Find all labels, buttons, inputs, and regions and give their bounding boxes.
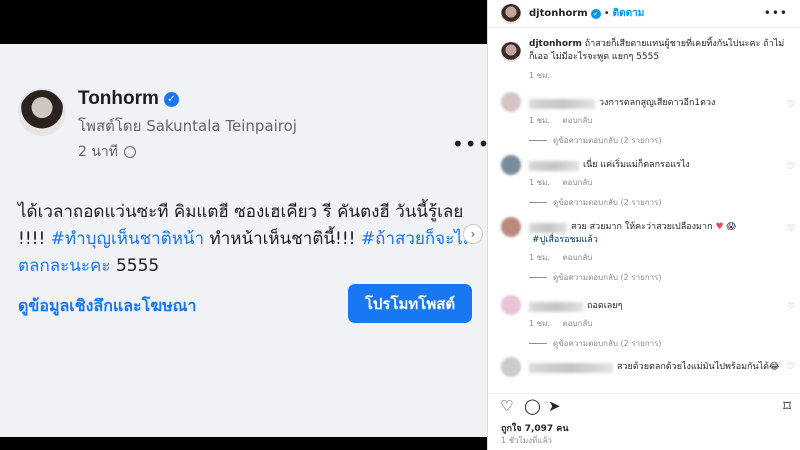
comment-avatar[interactable]	[501, 155, 521, 175]
comment-avatar[interactable]	[501, 92, 521, 112]
fb-post-time: 2 นาที	[78, 141, 297, 163]
comment-text: ถอดเลยๆ	[587, 301, 623, 311]
comment-text: สวยด้วยตลกด้วยไงแม่มันไปพร้อมกันได้😂	[617, 362, 780, 372]
caption-text: djtonhorm ถ้าสวยก็เสียดายแทนผู้ชายที่เคย…	[529, 38, 790, 64]
comment-item: สวย สวยมาก ให้คะว่าสวยเปลืองมาก ♥ 😱 #ปูเ…	[488, 212, 800, 290]
view-replies-button[interactable]: ดูข้อความตอบกลับ (2 รายการ)	[529, 134, 800, 147]
view-replies-button[interactable]: ดูข้อความตอบกลับ (2 รายการ)	[529, 271, 800, 284]
comment-item: เนี่ย แค่เริ่มแม่ก็ตลกรอแรไง 1 ชม. ตอบกล…	[488, 150, 800, 212]
comment-hashtag[interactable]: #ปูเสื่อรอชมแล้ว	[532, 234, 598, 247]
comment-meta: 1 ชม. ตอบกลับ	[529, 176, 800, 189]
comment-text: สวย สวยมาก ให้คะว่าสวยเปลืองมาก	[571, 222, 713, 232]
fb-author-name: Tonhorm	[78, 88, 159, 109]
follow-button[interactable]: ติดตาม	[613, 6, 645, 21]
more-options-icon[interactable]: •••	[764, 6, 788, 20]
verified-icon: ✓	[163, 91, 179, 107]
comment-time: 1 ชม.	[529, 253, 550, 262]
comment-avatar[interactable]	[501, 295, 521, 315]
share-icon[interactable]: ➤	[548, 398, 561, 414]
comment-like-icon[interactable]: ♡	[787, 100, 795, 110]
post-header: djtonhorm ✓ • ติดตาม •••	[488, 0, 800, 28]
avatar[interactable]	[501, 3, 521, 24]
scream-emoji-icon: 😱	[726, 222, 736, 232]
comment-like-icon[interactable]: ♡	[787, 162, 795, 172]
post-actions: ♡ ◯ ➤ ⌑ ถูกใจ 7,097 คน 1 ชั่วโมงที่แล้ว	[488, 393, 800, 450]
comment-meta: 1 ชม. ตอบกลับ	[529, 251, 800, 264]
comments-panel: djtonhorm ✓ • ติดตาม ••• djtonhorm ถ้าสว…	[487, 0, 800, 450]
fb-text-mid: ทำหน้าเห็นชาตินี้!!!	[209, 229, 356, 249]
heart-icon[interactable]: ♡	[500, 398, 513, 414]
fb-hashtag-1: #ทำบุญเห็นชาติหน้า	[50, 229, 205, 249]
separator-dot: •	[603, 8, 610, 19]
comment-meta: 1 ชม. ตอบกลับ	[529, 317, 800, 330]
comment-like-icon[interactable]: ♡	[787, 302, 795, 312]
verified-icon: ✓	[590, 8, 601, 19]
next-arrow-icon[interactable]: ›	[463, 224, 483, 244]
comment-time: 1 ชม.	[529, 116, 550, 125]
comment-like-icon[interactable]: ♡	[787, 224, 795, 234]
fb-more-icon: •••	[452, 132, 491, 156]
comment-item: ถอดเลยๆ 1 ชม. ตอบกลับ ดูข้อความตอบกลับ (…	[488, 290, 800, 354]
fb-time-text: 2 นาที	[78, 144, 119, 160]
reply-button[interactable]: ตอบกลับ	[562, 253, 592, 262]
comment-time: 1 ชม.	[529, 319, 550, 328]
caption: djtonhorm ถ้าสวยก็เสียดายแทนผู้ชายที่เคย…	[488, 28, 800, 86]
fb-promote-button: โปรโมทโพสต์	[348, 284, 472, 323]
fb-posted-by: โพสต์โดย Sakuntala Teinpairoj	[78, 117, 297, 135]
comment-avatar[interactable]	[501, 217, 521, 237]
comment-item: วงการตลกสูญเสียดาวอีก1ดวง 1 ชม. ตอบกลับ …	[488, 88, 800, 150]
fb-avatar	[18, 88, 66, 136]
fb-insights-link: ดูข้อมูลเชิงลึกและโฆษณา	[18, 296, 197, 315]
post-timestamp: 1 ชั่วโมงที่แล้ว	[501, 436, 552, 445]
blurred-username	[529, 222, 567, 233]
comment-meta: 1 ชม. ตอบกลับ	[529, 114, 800, 127]
fb-post-header: Tonhorm ✓ โพสต์โดย Sakuntala Teinpairoj …	[18, 88, 297, 163]
comment-icon[interactable]: ◯	[524, 398, 541, 414]
header-username[interactable]: djtonhorm	[529, 8, 588, 19]
caption-avatar[interactable]	[501, 42, 521, 62]
fb-text-end: 5555	[115, 256, 160, 276]
comment-time: 1 ชม.	[529, 178, 550, 187]
likes-count[interactable]: ถูกใจ 7,097 คน	[501, 421, 568, 435]
caption-username[interactable]: djtonhorm	[529, 39, 582, 49]
blurred-username	[529, 362, 613, 373]
fb-post-text: ได้เวลาถอดแว่นซะที คิมแตฮี ซองเฮเคียว รี…	[18, 199, 478, 280]
heart-emoji-icon: ♥	[715, 222, 724, 232]
comment-avatar[interactable]	[501, 357, 521, 377]
blurred-username	[529, 160, 579, 171]
view-replies-button[interactable]: ดูข้อความตอบกลับ (2 รายการ)	[529, 196, 800, 209]
comment-text: วงการตลกสูญเสียดาวอีก1ดวง	[599, 98, 716, 108]
reply-button[interactable]: ตอบกลับ	[562, 319, 592, 328]
comment-text: เนี่ย แค่เริ่มแม่ก็ตลกรอแรไง	[583, 160, 690, 170]
comment-item: สวยด้วยตลกด้วยไงแม่มันไปพร้อมกันได้😂 ♡	[488, 354, 800, 384]
reply-button[interactable]: ตอบกลับ	[562, 116, 592, 125]
caption-time: 1 ชม.	[529, 71, 550, 80]
view-replies-button[interactable]: ดูข้อความตอบกลับ (2 รายการ)	[529, 337, 800, 350]
comment-like-icon[interactable]: ♡	[787, 362, 795, 372]
facebook-post-screenshot: Tonhorm ✓ โพสต์โดย Sakuntala Teinpairoj …	[0, 44, 491, 437]
bookmark-icon[interactable]: ⌑	[783, 398, 791, 414]
globe-icon	[124, 146, 137, 158]
reply-button[interactable]: ตอบกลับ	[562, 178, 592, 187]
blurred-username	[529, 98, 595, 109]
post-media[interactable]: Tonhorm ✓ โพสต์โดย Sakuntala Teinpairoj …	[0, 0, 491, 450]
comments-list[interactable]: วงการตลกสูญเสียดาวอีก1ดวง 1 ชม. ตอบกลับ …	[488, 88, 800, 388]
blurred-username	[529, 301, 583, 312]
